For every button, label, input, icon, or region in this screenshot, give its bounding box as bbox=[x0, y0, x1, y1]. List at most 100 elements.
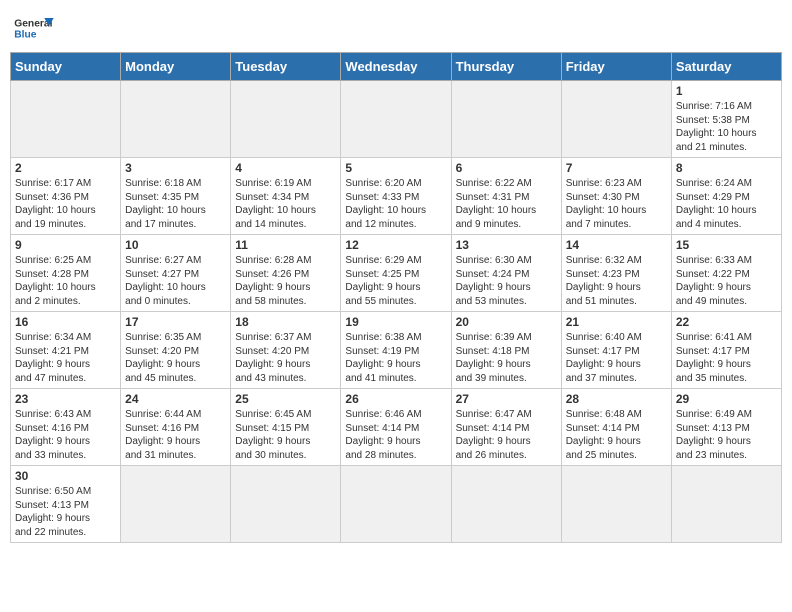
calendar-cell: 4 Sunrise: 6:19 AM Sunset: 4:34 PM Daylig… bbox=[231, 158, 341, 235]
day-info: Sunrise: 6:25 AM Sunset: 4:28 PM Dayligh… bbox=[15, 254, 116, 308]
day-info: Sunrise: 6:34 AM Sunset: 4:21 PM Dayligh… bbox=[15, 331, 116, 385]
day-number: 14 bbox=[566, 238, 667, 252]
day-info: Sunrise: 6:39 AM Sunset: 4:18 PM Dayligh… bbox=[456, 331, 557, 385]
calendar-week-3: 16 Sunrise: 6:34 AM Sunset: 4:21 PM Dayli… bbox=[11, 312, 782, 389]
day-number: 26 bbox=[345, 392, 446, 406]
day-info: Sunrise: 6:43 AM Sunset: 4:16 PM Dayligh… bbox=[15, 408, 116, 462]
day-number: 30 bbox=[15, 469, 116, 483]
calendar-cell: 10Sunrise: 6:27 AM Sunset: 4:27 PM Dayli… bbox=[121, 235, 231, 312]
day-number: 3 bbox=[125, 161, 226, 175]
day-number: 22 bbox=[676, 315, 777, 329]
calendar-cell bbox=[561, 81, 671, 158]
day-info: Sunrise: 6:22 AM Sunset: 4:31 PM Dayligh… bbox=[456, 177, 557, 231]
day-number: 29 bbox=[676, 392, 777, 406]
day-number: 10 bbox=[125, 238, 226, 252]
day-info: Sunrise: 6:19 AM Sunset: 4:34 PM Dayligh… bbox=[235, 177, 336, 231]
calendar-cell: 20Sunrise: 6:39 AM Sunset: 4:18 PM Dayli… bbox=[451, 312, 561, 389]
svg-text:Blue: Blue bbox=[14, 30, 37, 41]
day-number: 1 bbox=[676, 84, 777, 98]
day-number: 11 bbox=[235, 238, 336, 252]
day-number: 9 bbox=[15, 238, 116, 252]
calendar-week-0: 1 Sunrise: 7:16 AM Sunset: 5:38 PM Daylig… bbox=[11, 81, 782, 158]
calendar-cell bbox=[561, 466, 671, 543]
day-info: Sunrise: 6:44 AM Sunset: 4:16 PM Dayligh… bbox=[125, 408, 226, 462]
day-number: 28 bbox=[566, 392, 667, 406]
day-number: 18 bbox=[235, 315, 336, 329]
calendar-cell bbox=[231, 81, 341, 158]
calendar-cell: 21Sunrise: 6:40 AM Sunset: 4:17 PM Dayli… bbox=[561, 312, 671, 389]
calendar-cell: 7 Sunrise: 6:23 AM Sunset: 4:30 PM Daylig… bbox=[561, 158, 671, 235]
day-number: 24 bbox=[125, 392, 226, 406]
day-number: 15 bbox=[676, 238, 777, 252]
day-number: 8 bbox=[676, 161, 777, 175]
day-info: Sunrise: 6:35 AM Sunset: 4:20 PM Dayligh… bbox=[125, 331, 226, 385]
calendar-cell bbox=[341, 466, 451, 543]
calendar-cell: 25 Sunrise: 6:45 AM Sunset: 4:15 PM Dayli… bbox=[231, 389, 341, 466]
calendar-cell: 23 Sunrise: 6:43 AM Sunset: 4:16 PM Dayli… bbox=[11, 389, 121, 466]
calendar-cell bbox=[671, 466, 781, 543]
day-info: Sunrise: 6:30 AM Sunset: 4:24 PM Dayligh… bbox=[456, 254, 557, 308]
day-info: Sunrise: 6:48 AM Sunset: 4:14 PM Dayligh… bbox=[566, 408, 667, 462]
day-info: Sunrise: 6:29 AM Sunset: 4:25 PM Dayligh… bbox=[345, 254, 446, 308]
day-info: Sunrise: 6:46 AM Sunset: 4:14 PM Dayligh… bbox=[345, 408, 446, 462]
day-header-friday: Friday bbox=[561, 53, 671, 81]
day-info: Sunrise: 6:47 AM Sunset: 4:14 PM Dayligh… bbox=[456, 408, 557, 462]
day-header-thursday: Thursday bbox=[451, 53, 561, 81]
calendar-cell bbox=[121, 81, 231, 158]
calendar-cell: 11 Sunrise: 6:28 AM Sunset: 4:26 PM Dayli… bbox=[231, 235, 341, 312]
day-header-sunday: Sunday bbox=[11, 53, 121, 81]
calendar-cell: 29 Sunrise: 6:49 AM Sunset: 4:13 PM Dayli… bbox=[671, 389, 781, 466]
calendar-week-5: 30Sunrise: 6:50 AM Sunset: 4:13 PM Dayli… bbox=[11, 466, 782, 543]
day-header-wednesday: Wednesday bbox=[341, 53, 451, 81]
calendar-cell: 2Sunrise: 6:17 AM Sunset: 4:36 PM Daylig… bbox=[11, 158, 121, 235]
day-info: Sunrise: 6:38 AM Sunset: 4:19 PM Dayligh… bbox=[345, 331, 446, 385]
day-number: 13 bbox=[456, 238, 557, 252]
day-number: 4 bbox=[235, 161, 336, 175]
calendar-cell: 6 Sunrise: 6:22 AM Sunset: 4:31 PM Daylig… bbox=[451, 158, 561, 235]
calendar-cell: 5 Sunrise: 6:20 AM Sunset: 4:33 PM Daylig… bbox=[341, 158, 451, 235]
day-number: 25 bbox=[235, 392, 336, 406]
calendar-cell: 15Sunrise: 6:33 AM Sunset: 4:22 PM Dayli… bbox=[671, 235, 781, 312]
calendar-cell: 14 Sunrise: 6:32 AM Sunset: 4:23 PM Dayli… bbox=[561, 235, 671, 312]
day-info: Sunrise: 6:40 AM Sunset: 4:17 PM Dayligh… bbox=[566, 331, 667, 385]
calendar-cell: 19 Sunrise: 6:38 AM Sunset: 4:19 PM Dayli… bbox=[341, 312, 451, 389]
calendar-table: SundayMondayTuesdayWednesdayThursdayFrid… bbox=[10, 52, 782, 543]
day-header-tuesday: Tuesday bbox=[231, 53, 341, 81]
day-number: 12 bbox=[345, 238, 446, 252]
day-number: 7 bbox=[566, 161, 667, 175]
calendar-cell: 22Sunrise: 6:41 AM Sunset: 4:17 PM Dayli… bbox=[671, 312, 781, 389]
day-info: Sunrise: 6:28 AM Sunset: 4:26 PM Dayligh… bbox=[235, 254, 336, 308]
day-info: Sunrise: 6:45 AM Sunset: 4:15 PM Dayligh… bbox=[235, 408, 336, 462]
calendar-week-1: 2Sunrise: 6:17 AM Sunset: 4:36 PM Daylig… bbox=[11, 158, 782, 235]
calendar-cell bbox=[121, 466, 231, 543]
calendar-cell bbox=[341, 81, 451, 158]
day-info: Sunrise: 6:49 AM Sunset: 4:13 PM Dayligh… bbox=[676, 408, 777, 462]
day-info: Sunrise: 6:23 AM Sunset: 4:30 PM Dayligh… bbox=[566, 177, 667, 231]
calendar-cell bbox=[231, 466, 341, 543]
calendar-cell: 9 Sunrise: 6:25 AM Sunset: 4:28 PM Daylig… bbox=[11, 235, 121, 312]
day-info: Sunrise: 6:20 AM Sunset: 4:33 PM Dayligh… bbox=[345, 177, 446, 231]
day-info: Sunrise: 6:24 AM Sunset: 4:29 PM Dayligh… bbox=[676, 177, 777, 231]
calendar-week-4: 23 Sunrise: 6:43 AM Sunset: 4:16 PM Dayli… bbox=[11, 389, 782, 466]
day-info: Sunrise: 6:32 AM Sunset: 4:23 PM Dayligh… bbox=[566, 254, 667, 308]
day-info: Sunrise: 7:16 AM Sunset: 5:38 PM Dayligh… bbox=[676, 100, 777, 154]
day-number: 16 bbox=[15, 315, 116, 329]
day-number: 17 bbox=[125, 315, 226, 329]
day-number: 23 bbox=[15, 392, 116, 406]
header: General Blue bbox=[10, 10, 782, 44]
day-number: 5 bbox=[345, 161, 446, 175]
day-header-monday: Monday bbox=[121, 53, 231, 81]
calendar-cell: 16 Sunrise: 6:34 AM Sunset: 4:21 PM Dayli… bbox=[11, 312, 121, 389]
calendar-cell: 12 Sunrise: 6:29 AM Sunset: 4:25 PM Dayli… bbox=[341, 235, 451, 312]
calendar-cell: 17 Sunrise: 6:35 AM Sunset: 4:20 PM Dayli… bbox=[121, 312, 231, 389]
calendar-cell: 18Sunrise: 6:37 AM Sunset: 4:20 PM Dayli… bbox=[231, 312, 341, 389]
calendar-cell: 8 Sunrise: 6:24 AM Sunset: 4:29 PM Daylig… bbox=[671, 158, 781, 235]
calendar-cell: 3Sunrise: 6:18 AM Sunset: 4:35 PM Daylig… bbox=[121, 158, 231, 235]
calendar-cell: 27 Sunrise: 6:47 AM Sunset: 4:14 PM Dayli… bbox=[451, 389, 561, 466]
calendar-cell: 24 Sunrise: 6:44 AM Sunset: 4:16 PM Dayli… bbox=[121, 389, 231, 466]
day-number: 19 bbox=[345, 315, 446, 329]
day-number: 6 bbox=[456, 161, 557, 175]
logo: General Blue bbox=[14, 14, 54, 44]
day-number: 27 bbox=[456, 392, 557, 406]
calendar-cell: 26 Sunrise: 6:46 AM Sunset: 4:14 PM Dayli… bbox=[341, 389, 451, 466]
